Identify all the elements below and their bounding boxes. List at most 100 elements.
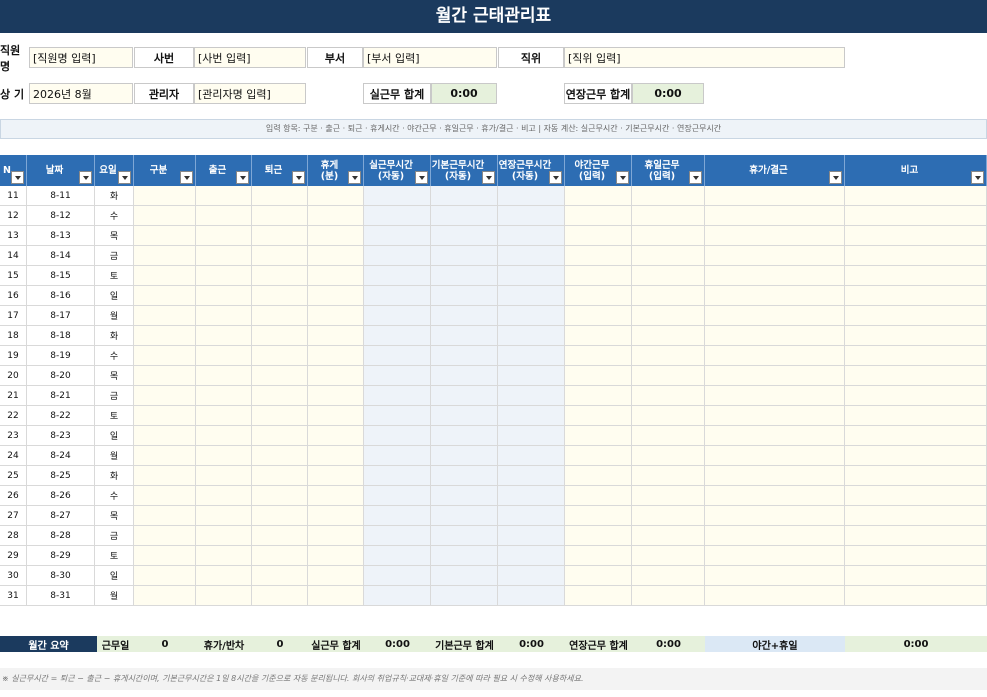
filter-dropdown-icon[interactable]	[689, 171, 702, 184]
filter-dropdown-icon[interactable]	[292, 171, 305, 184]
cell-break[interactable]	[308, 326, 364, 346]
cell-type[interactable]	[134, 566, 196, 586]
cell-night[interactable]	[565, 366, 632, 386]
cell-leave[interactable]	[705, 206, 845, 226]
cell-clock-out[interactable]	[252, 526, 308, 546]
cell-type[interactable]	[134, 586, 196, 606]
cell-break[interactable]	[308, 426, 364, 446]
cell-note[interactable]	[845, 246, 987, 266]
cell-clock-in[interactable]	[196, 346, 252, 366]
cell-clock-out[interactable]	[252, 226, 308, 246]
cell-leave[interactable]	[705, 546, 845, 566]
cell-holiday[interactable]	[632, 586, 705, 606]
cell-holiday[interactable]	[632, 446, 705, 466]
cell-holiday[interactable]	[632, 206, 705, 226]
cell-note[interactable]	[845, 186, 987, 206]
cell-clock-in[interactable]	[196, 426, 252, 446]
cell-clock-out[interactable]	[252, 586, 308, 606]
cell-break[interactable]	[308, 546, 364, 566]
cell-holiday[interactable]	[632, 406, 705, 426]
cell-clock-in[interactable]	[196, 246, 252, 266]
cell-clock-out[interactable]	[252, 206, 308, 226]
cell-leave[interactable]	[705, 506, 845, 526]
cell-clock-in[interactable]	[196, 446, 252, 466]
cell-type[interactable]	[134, 186, 196, 206]
cell-type[interactable]	[134, 246, 196, 266]
cell-holiday[interactable]	[632, 226, 705, 246]
cell-clock-in[interactable]	[196, 546, 252, 566]
cell-night[interactable]	[565, 526, 632, 546]
cell-night[interactable]	[565, 446, 632, 466]
cell-night[interactable]	[565, 186, 632, 206]
cell-clock-in[interactable]	[196, 266, 252, 286]
cell-note[interactable]	[845, 266, 987, 286]
cell-night[interactable]	[565, 386, 632, 406]
cell-clock-out[interactable]	[252, 546, 308, 566]
filter-dropdown-icon[interactable]	[971, 171, 984, 184]
cell-type[interactable]	[134, 386, 196, 406]
cell-clock-in[interactable]	[196, 206, 252, 226]
filter-dropdown-icon[interactable]	[11, 171, 24, 184]
cell-clock-out[interactable]	[252, 346, 308, 366]
cell-holiday[interactable]	[632, 566, 705, 586]
cell-clock-out[interactable]	[252, 426, 308, 446]
cell-clock-out[interactable]	[252, 326, 308, 346]
cell-clock-out[interactable]	[252, 246, 308, 266]
cell-note[interactable]	[845, 446, 987, 466]
cell-clock-in[interactable]	[196, 306, 252, 326]
cell-clock-in[interactable]	[196, 486, 252, 506]
cell-clock-in[interactable]	[196, 186, 252, 206]
cell-clock-in[interactable]	[196, 366, 252, 386]
cell-leave[interactable]	[705, 326, 845, 346]
cell-break[interactable]	[308, 506, 364, 526]
cell-night[interactable]	[565, 406, 632, 426]
cell-note[interactable]	[845, 426, 987, 446]
cell-night[interactable]	[565, 486, 632, 506]
cell-holiday[interactable]	[632, 526, 705, 546]
cell-holiday[interactable]	[632, 386, 705, 406]
period-field[interactable]: 2026년 8월	[29, 83, 133, 104]
filter-dropdown-icon[interactable]	[236, 171, 249, 184]
cell-break[interactable]	[308, 266, 364, 286]
cell-type[interactable]	[134, 286, 196, 306]
cell-leave[interactable]	[705, 406, 845, 426]
cell-holiday[interactable]	[632, 326, 705, 346]
cell-night[interactable]	[565, 546, 632, 566]
cell-break[interactable]	[308, 226, 364, 246]
cell-clock-out[interactable]	[252, 486, 308, 506]
filter-dropdown-icon[interactable]	[415, 171, 428, 184]
cell-note[interactable]	[845, 346, 987, 366]
cell-leave[interactable]	[705, 526, 845, 546]
cell-night[interactable]	[565, 306, 632, 326]
cell-night[interactable]	[565, 266, 632, 286]
cell-leave[interactable]	[705, 226, 845, 246]
cell-type[interactable]	[134, 346, 196, 366]
cell-holiday[interactable]	[632, 546, 705, 566]
cell-night[interactable]	[565, 426, 632, 446]
cell-clock-out[interactable]	[252, 266, 308, 286]
cell-clock-out[interactable]	[252, 366, 308, 386]
cell-clock-out[interactable]	[252, 386, 308, 406]
filter-dropdown-icon[interactable]	[180, 171, 193, 184]
cell-holiday[interactable]	[632, 266, 705, 286]
cell-clock-in[interactable]	[196, 386, 252, 406]
cell-type[interactable]	[134, 226, 196, 246]
filter-dropdown-icon[interactable]	[348, 171, 361, 184]
department-field[interactable]: [부서 입력]	[363, 47, 497, 68]
cell-note[interactable]	[845, 306, 987, 326]
cell-note[interactable]	[845, 506, 987, 526]
cell-break[interactable]	[308, 406, 364, 426]
filter-dropdown-icon[interactable]	[616, 171, 629, 184]
cell-type[interactable]	[134, 406, 196, 426]
cell-note[interactable]	[845, 206, 987, 226]
cell-break[interactable]	[308, 386, 364, 406]
cell-note[interactable]	[845, 386, 987, 406]
cell-clock-in[interactable]	[196, 406, 252, 426]
manager-field[interactable]: [관리자명 입력]	[194, 83, 306, 104]
cell-note[interactable]	[845, 406, 987, 426]
cell-leave[interactable]	[705, 186, 845, 206]
cell-holiday[interactable]	[632, 506, 705, 526]
cell-night[interactable]	[565, 286, 632, 306]
cell-break[interactable]	[308, 286, 364, 306]
cell-type[interactable]	[134, 506, 196, 526]
